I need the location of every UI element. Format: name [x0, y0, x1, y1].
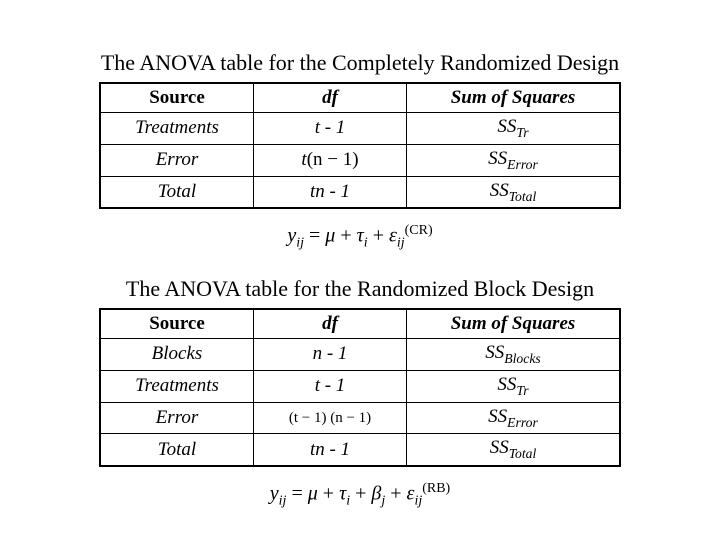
cell-ss: SSTotal [407, 176, 621, 208]
eq-plus: + [340, 225, 356, 247]
cell-source: Error [100, 144, 254, 176]
ss-base: SS [485, 342, 504, 363]
eq-beta: β [371, 483, 381, 505]
ss-sub: Error [507, 157, 538, 172]
ss-base: SS [497, 374, 516, 395]
ss-base: SS [488, 148, 507, 169]
cell-df: (t − 1) (n − 1) [254, 402, 407, 434]
eq-eps: ε [389, 225, 397, 247]
eq-tau-sub: i [364, 236, 368, 251]
eq-eps-sub: ij [397, 236, 405, 251]
eq-y: y [270, 483, 279, 505]
ss-sub: Error [507, 414, 538, 429]
table-header-row: Source df Sum of Squares [100, 309, 620, 339]
ss-sub: Tr [516, 125, 528, 140]
cell-ss: SSTr [407, 113, 621, 145]
cell-source: Error [100, 402, 254, 434]
eq-y-sub: ij [296, 236, 304, 251]
eq-equals: = [309, 225, 325, 247]
cell-df: t(n − 1) [254, 144, 407, 176]
eq-eps-sup: (RB) [422, 481, 450, 496]
cell-source: Treatments [100, 113, 254, 145]
crd-table: Source df Sum of Squares Treatments t - … [99, 82, 621, 209]
rbd-equation: yij = μ + τi + βj + εij(RB) [60, 481, 660, 510]
cell-df: tn - 1 [254, 176, 407, 208]
cell-source: Total [100, 434, 254, 466]
eq-plus: + [373, 225, 389, 247]
table-header-row: Source df Sum of Squares [100, 83, 620, 113]
eq-plus: + [390, 483, 406, 505]
eq-plus: + [323, 483, 339, 505]
cell-df: tn - 1 [254, 434, 407, 466]
table-row: Treatments t - 1 SSTr [100, 113, 620, 145]
cell-df: t - 1 [254, 370, 407, 402]
ss-base: SS [488, 406, 507, 427]
eq-y: y [287, 225, 296, 247]
eq-mu: μ [325, 225, 335, 247]
cell-df: t - 1 [254, 113, 407, 145]
header-ss: Sum of Squares [407, 83, 621, 113]
eq-equals: = [291, 483, 307, 505]
slide: The ANOVA table for the Completely Rando… [0, 0, 720, 554]
header-ss: Sum of Squares [407, 309, 621, 339]
table-row: Error (t − 1) (n − 1) SSError [100, 402, 620, 434]
cell-source: Treatments [100, 370, 254, 402]
header-df: df [254, 309, 407, 339]
header-source: Source [100, 83, 254, 113]
cell-ss: SSTotal [407, 434, 621, 466]
table-row: Treatments t - 1 SSTr [100, 370, 620, 402]
eq-tau: τ [357, 225, 364, 247]
crd-equation: yij = μ + τi + εij(CR) [60, 223, 660, 252]
eq-beta-sub: j [381, 494, 385, 509]
cell-ss: SSError [407, 402, 621, 434]
eq-y-sub: ij [279, 494, 287, 509]
eq-mu: μ [308, 483, 318, 505]
ss-base: SS [490, 437, 509, 458]
table-row: Error t(n − 1) SSError [100, 144, 620, 176]
ss-sub: Total [509, 188, 537, 203]
crd-title: The ANOVA table for the Completely Rando… [60, 50, 660, 76]
cell-source: Total [100, 176, 254, 208]
rbd-title: The ANOVA table for the Randomized Block… [60, 276, 660, 302]
eq-eps-sub: ij [414, 494, 422, 509]
cell-df: n - 1 [254, 339, 407, 371]
eq-tau-sub: i [346, 494, 350, 509]
ss-sub: Total [509, 446, 537, 461]
cell-ss: SSTr [407, 370, 621, 402]
eq-plus: + [355, 483, 371, 505]
df-post: (n − 1) [307, 149, 359, 170]
table-row: Total tn - 1 SSTotal [100, 176, 620, 208]
ss-base: SS [497, 116, 516, 137]
ss-sub: Blocks [504, 351, 540, 366]
ss-base: SS [490, 180, 509, 201]
cell-ss: SSError [407, 144, 621, 176]
cell-ss: SSBlocks [407, 339, 621, 371]
cell-source: Blocks [100, 339, 254, 371]
ss-sub: Tr [516, 383, 528, 398]
header-source: Source [100, 309, 254, 339]
rbd-table: Source df Sum of Squares Blocks n - 1 SS… [99, 308, 621, 467]
header-df: df [254, 83, 407, 113]
eq-eps-sup: (CR) [405, 223, 433, 238]
table-row: Blocks n - 1 SSBlocks [100, 339, 620, 371]
table-row: Total tn - 1 SSTotal [100, 434, 620, 466]
